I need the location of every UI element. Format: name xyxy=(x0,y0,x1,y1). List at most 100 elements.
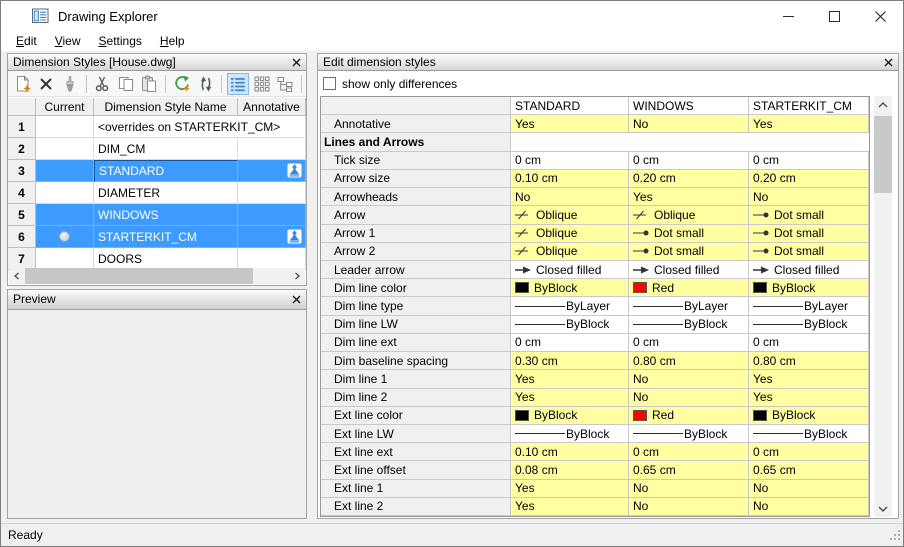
property-value-cell[interactable]: No xyxy=(749,188,869,207)
refresh-button[interactable] xyxy=(195,73,217,95)
menu-settings[interactable]: Settings xyxy=(90,31,151,51)
property-value-cell[interactable]: ByBlock xyxy=(511,406,629,425)
property-value-cell[interactable]: 0 cm xyxy=(511,333,629,353)
style-name-cell[interactable]: DIAMETER xyxy=(94,182,238,204)
new-style-button[interactable] xyxy=(12,73,34,95)
close-icon[interactable] xyxy=(883,57,894,68)
property-value-cell[interactable]: Oblique xyxy=(511,206,629,225)
scroll-right-icon[interactable] xyxy=(289,268,305,284)
property-value-cell[interactable]: ByLayer xyxy=(749,297,869,316)
property-value-cell[interactable]: Yes xyxy=(749,388,869,407)
dimstyle-row-1[interactable]: 1 <overrides on STARTERKIT_CM> xyxy=(8,116,306,138)
property-value-cell[interactable]: Yes xyxy=(511,370,629,389)
resize-grip[interactable] xyxy=(889,529,901,544)
maximize-button[interactable] xyxy=(811,1,857,31)
property-value-cell[interactable]: Yes xyxy=(749,115,869,134)
property-value-cell[interactable]: 0 cm xyxy=(511,151,629,170)
icons-view-button[interactable] xyxy=(251,73,273,95)
property-value-cell[interactable]: 0.20 cm xyxy=(629,169,749,189)
property-value-cell[interactable]: Yes xyxy=(511,479,629,498)
vscroll-thumb[interactable] xyxy=(874,116,892,193)
cut-button[interactable] xyxy=(92,73,114,95)
scroll-down-icon[interactable] xyxy=(874,500,892,517)
dimstyle-row-5[interactable]: 5 WINDOWS xyxy=(8,204,306,226)
property-value-cell[interactable]: Oblique xyxy=(511,242,629,261)
annotative-cell[interactable] xyxy=(238,138,306,160)
dimstyle-row-2[interactable]: 2 DIM_CM xyxy=(8,138,306,160)
scroll-up-icon[interactable] xyxy=(874,96,892,113)
dimstyle-row-4[interactable]: 4 DIAMETER xyxy=(8,182,306,204)
row-number[interactable]: 4 xyxy=(8,182,36,204)
property-value-cell[interactable]: ByBlock xyxy=(629,424,749,444)
property-value-cell[interactable]: 0.30 cm xyxy=(511,352,629,371)
property-value-cell[interactable]: Dot small xyxy=(749,206,869,225)
close-icon[interactable] xyxy=(291,294,302,305)
menu-edit[interactable]: Edit xyxy=(7,31,46,51)
row-number[interactable]: 5 xyxy=(8,204,36,226)
property-value-cell[interactable]: ByLayer xyxy=(511,297,629,316)
scroll-left-icon[interactable] xyxy=(9,268,25,284)
property-value-cell[interactable]: 0.10 cm xyxy=(511,443,629,462)
property-value-cell[interactable]: 0 cm xyxy=(749,151,869,170)
current-cell[interactable] xyxy=(36,226,94,248)
row-number[interactable]: 1 xyxy=(8,116,36,138)
property-value-cell[interactable]: 0 cm xyxy=(629,333,749,353)
property-value-cell[interactable]: No xyxy=(511,188,629,207)
menu-help[interactable]: Help xyxy=(151,31,194,51)
property-value-cell[interactable]: 0.80 cm xyxy=(629,352,749,371)
annotative-cell[interactable] xyxy=(238,226,306,248)
property-value-cell[interactable]: 0.65 cm xyxy=(629,461,749,480)
property-value-cell[interactable]: ByBlock xyxy=(511,315,629,334)
property-value-cell[interactable]: Yes xyxy=(749,370,869,389)
copy-button[interactable] xyxy=(115,73,137,95)
current-cell[interactable] xyxy=(36,116,94,138)
property-value-cell[interactable]: No xyxy=(629,115,749,134)
current-cell[interactable] xyxy=(36,248,94,270)
property-value-cell[interactable]: 0.20 cm xyxy=(749,169,869,189)
property-value-cell[interactable]: Dot small xyxy=(749,242,869,261)
current-cell[interactable] xyxy=(36,160,94,182)
property-value-cell[interactable]: No xyxy=(629,497,749,517)
horizontal-scrollbar[interactable] xyxy=(9,268,305,284)
dimstyle-row-7[interactable]: 7 DOORS xyxy=(8,248,306,270)
property-value-cell[interactable]: Red xyxy=(629,406,749,425)
property-value-cell[interactable]: ByBlock xyxy=(749,315,869,334)
hscroll-thumb[interactable] xyxy=(25,268,253,284)
property-value-cell[interactable]: ByBlock xyxy=(511,279,629,298)
property-value-cell[interactable]: Oblique xyxy=(629,206,749,225)
property-value-cell[interactable]: Dot small xyxy=(629,242,749,261)
tree-view-button[interactable] xyxy=(274,73,296,95)
property-value-cell[interactable]: No xyxy=(749,479,869,498)
property-value-cell[interactable]: Yes xyxy=(629,188,749,207)
vertical-scrollbar[interactable] xyxy=(874,96,892,517)
annotative-cell[interactable] xyxy=(238,182,306,204)
property-value-cell[interactable]: Dot small xyxy=(629,224,749,243)
property-value-cell[interactable]: ByBlock xyxy=(749,424,869,444)
property-value-cell[interactable]: Closed filled xyxy=(629,260,749,280)
style-name-cell[interactable]: DIM_CM xyxy=(94,138,238,160)
property-value-cell[interactable]: 0.65 cm xyxy=(749,461,869,480)
property-value-cell[interactable]: ByBlock xyxy=(749,406,869,425)
annotative-cell[interactable] xyxy=(238,204,306,226)
current-cell[interactable] xyxy=(36,182,94,204)
style-name-cell[interactable]: STANDARD xyxy=(94,160,238,182)
annotative-cell[interactable] xyxy=(238,248,306,270)
property-value-cell[interactable]: 0.80 cm xyxy=(749,352,869,371)
property-value-cell[interactable]: ByLayer xyxy=(629,297,749,316)
row-number[interactable]: 7 xyxy=(8,248,36,270)
property-value-cell[interactable]: 0 cm xyxy=(749,333,869,353)
property-value-cell[interactable]: Red xyxy=(629,279,749,298)
purge-button[interactable] xyxy=(59,73,81,95)
property-value-cell[interactable]: Closed filled xyxy=(511,260,629,280)
menu-view[interactable]: View xyxy=(46,31,90,51)
property-value-cell[interactable]: No xyxy=(629,479,749,498)
current-cell[interactable] xyxy=(36,138,94,160)
property-value-cell[interactable]: 0.10 cm xyxy=(511,169,629,189)
regenerate-button[interactable] xyxy=(171,73,193,95)
row-number[interactable]: 3 xyxy=(8,160,36,182)
property-value-cell[interactable]: Yes xyxy=(511,115,629,134)
row-number[interactable]: 6 xyxy=(8,226,36,248)
property-value-cell[interactable]: 0 cm xyxy=(629,443,749,462)
property-value-cell[interactable]: Closed filled xyxy=(749,260,869,280)
property-value-cell[interactable]: ByBlock xyxy=(629,315,749,334)
